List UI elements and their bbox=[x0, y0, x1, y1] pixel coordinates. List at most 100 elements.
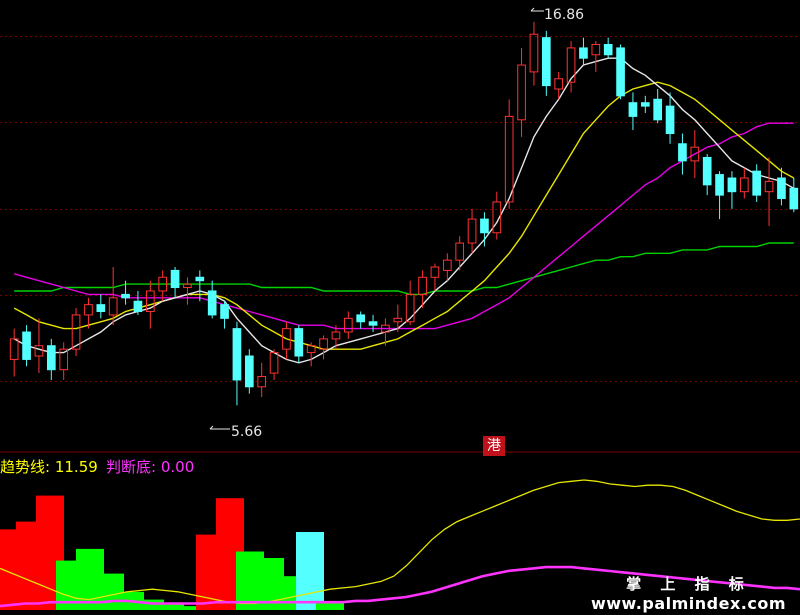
candle-body bbox=[566, 47, 576, 83]
candle-body bbox=[220, 304, 229, 319]
low-price-label: 5.66 bbox=[231, 424, 262, 440]
up-candle bbox=[59, 342, 69, 380]
candle-body bbox=[34, 345, 44, 357]
down-candle bbox=[579, 37, 588, 66]
down-candle bbox=[195, 270, 205, 302]
candle-body bbox=[84, 304, 93, 316]
candle-body bbox=[393, 317, 403, 323]
up-candle bbox=[442, 253, 452, 281]
candle-body bbox=[294, 328, 304, 357]
down-candle bbox=[480, 212, 489, 247]
up-candle bbox=[591, 41, 601, 72]
candle-body bbox=[195, 276, 205, 282]
up-candle bbox=[764, 157, 774, 226]
up-candle bbox=[158, 270, 168, 302]
candle-body bbox=[9, 338, 19, 360]
up-candle bbox=[183, 277, 192, 305]
up-candle bbox=[9, 328, 19, 377]
candle-body bbox=[108, 297, 118, 316]
up-candle bbox=[566, 41, 576, 93]
candle-body bbox=[121, 293, 130, 299]
candle-body bbox=[170, 269, 180, 289]
up-candle bbox=[455, 236, 465, 271]
up-candle bbox=[467, 208, 477, 254]
candle-body bbox=[678, 143, 687, 162]
down-candle bbox=[244, 349, 254, 394]
candle-body bbox=[46, 345, 56, 371]
down-candle bbox=[603, 37, 613, 59]
candle-body bbox=[777, 177, 786, 200]
trend-line-label: 趋势线: 11.59 bbox=[0, 458, 98, 476]
down-candle bbox=[628, 92, 638, 131]
watermark: 掌 上 指 标 www.palmindex.com bbox=[591, 573, 786, 613]
candle-body bbox=[640, 102, 650, 107]
up-candle bbox=[529, 21, 539, 86]
up-candle bbox=[257, 362, 267, 398]
down-candle bbox=[541, 30, 551, 96]
candle-body bbox=[319, 338, 328, 350]
candle-body bbox=[356, 314, 366, 323]
candle-body bbox=[628, 102, 638, 117]
candle-body bbox=[455, 242, 465, 261]
ma-green-line bbox=[14, 242, 794, 296]
up-candle bbox=[319, 335, 328, 360]
up-candle bbox=[282, 321, 291, 360]
down-candle bbox=[207, 280, 217, 319]
high-price-label: 16.86 bbox=[544, 7, 584, 23]
candle-body bbox=[430, 266, 440, 278]
ma-magenta-line bbox=[14, 122, 794, 330]
candle-body bbox=[244, 355, 254, 388]
ma-white-line bbox=[13, 57, 795, 364]
candle-body bbox=[418, 276, 427, 295]
price-grid bbox=[0, 36, 800, 382]
down-candle bbox=[665, 92, 675, 144]
indicator-bars bbox=[0, 495, 344, 610]
candle-body bbox=[207, 290, 217, 316]
candle-body bbox=[269, 352, 279, 374]
up-candle bbox=[517, 47, 526, 137]
up-candle bbox=[343, 311, 353, 339]
down-candle bbox=[702, 154, 712, 196]
down-candle bbox=[22, 325, 31, 367]
price-annotations: 16.86 5.66 bbox=[209, 7, 584, 440]
candle-body bbox=[727, 177, 737, 193]
down-candle bbox=[294, 325, 304, 363]
hk-market-badge: 港 bbox=[483, 436, 505, 456]
candle-body bbox=[133, 300, 143, 313]
candle-body bbox=[554, 78, 564, 90]
candle-body bbox=[739, 177, 749, 193]
down-candle bbox=[640, 95, 650, 113]
candle-body bbox=[96, 304, 106, 312]
candle-body bbox=[232, 328, 242, 381]
candle-body bbox=[517, 64, 526, 121]
candle-body bbox=[665, 105, 675, 135]
candle-body bbox=[343, 317, 353, 333]
watermark-url: www.palmindex.com bbox=[590, 594, 786, 613]
down-candle bbox=[368, 314, 378, 333]
candle-body bbox=[467, 218, 477, 244]
up-candle bbox=[306, 342, 316, 367]
down-candle bbox=[46, 338, 56, 380]
candle-body bbox=[331, 331, 341, 340]
up-candle bbox=[71, 308, 81, 356]
down-candle bbox=[653, 89, 663, 124]
down-candle bbox=[616, 44, 625, 100]
candle-body bbox=[764, 180, 774, 193]
candle-body bbox=[591, 44, 601, 56]
stock-chart: 16.86 5.66 bbox=[0, 7, 800, 610]
candle-body bbox=[368, 321, 378, 326]
bottom-judge-name: 判断底 bbox=[106, 458, 152, 476]
candle-body bbox=[616, 47, 625, 97]
candle-body bbox=[702, 156, 712, 186]
candle-body bbox=[22, 331, 31, 360]
candle-body bbox=[529, 33, 539, 73]
candle-body bbox=[603, 44, 613, 56]
bottom-judge-label: 判断底: 0.00 bbox=[106, 458, 195, 476]
watermark-title: 掌 上 指 标 bbox=[626, 575, 751, 593]
candle-body bbox=[752, 170, 762, 196]
up-candle bbox=[430, 263, 440, 291]
candle-body bbox=[579, 47, 588, 59]
cyan-bar bbox=[296, 532, 324, 610]
trend-line-name: 趋势线 bbox=[0, 458, 46, 476]
candle-body bbox=[789, 187, 799, 210]
